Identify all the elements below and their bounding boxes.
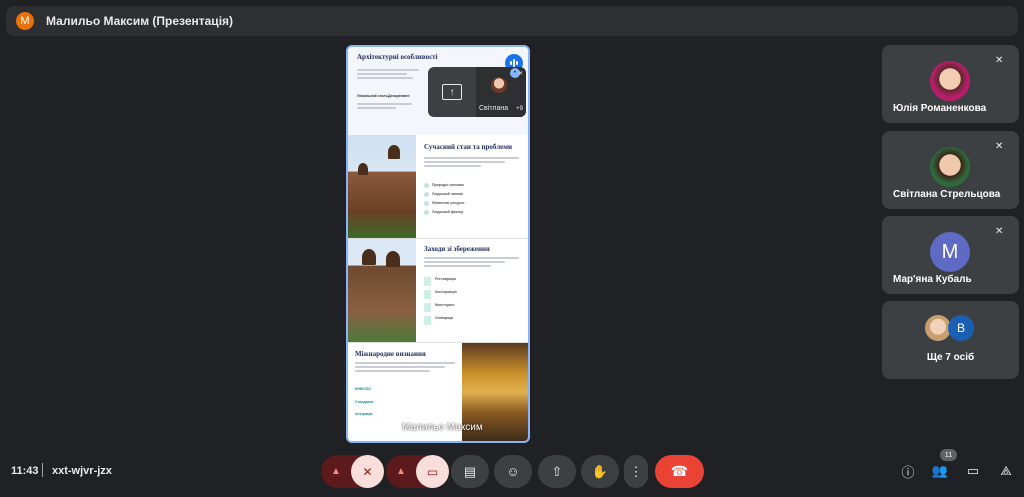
list-item: Інтеграція [355,412,373,416]
meeting-code: xxt-wjvr-jzx [52,465,112,477]
activities-icon[interactable]: ⟁ [997,462,1015,480]
reactions-button[interactable]: ☺ [494,455,532,488]
list-item: Консервація [424,290,519,299]
slide-current-state: Сучасний стан та проблеми Природні чинни… [348,135,528,238]
slide-preservation: Заходи зі збереження Реставрація Консерв… [348,238,528,342]
list-item: Людський фактор [424,210,519,215]
avatar: В [948,315,974,341]
slide-title: Заходи зі збереження [424,245,490,253]
church-photo [348,135,416,238]
captions-button[interactable]: ▤ [451,455,489,488]
list-item: Фінансові ресурси [424,201,519,206]
people-icon[interactable]: 👥 [931,462,949,480]
list-item: Стандарти [355,399,374,404]
avatar [930,61,970,101]
present-now-button[interactable]: ⇧ [538,455,576,488]
mic-off-icon: ✕ [995,141,1004,152]
participant-name: Юлія Романенкова [893,103,987,114]
meeting-time: 11:43 [11,465,39,477]
list-item: Людський чинник [424,192,519,197]
slide-col2-title: Декоративні [388,94,410,98]
participant-name: Світлана [479,105,509,112]
meeting-controls-bar: 11:43 xxt-wjvr-jzx ▲ ✕ ▲ ▭ ▤ ☺ ⇧ ✋ ⋮ ☎ ⓘ… [0,445,1024,497]
audio-settings-chevron-icon[interactable]: ▲ [321,466,351,477]
more-count: +9 [516,106,523,112]
slide-title: Архітектурні особливості [357,53,438,61]
participant-tile[interactable]: ✕ Юлія Романенкова [882,45,1019,123]
presentation-header: М Малильо Максим (Презентація) [6,6,1018,36]
chat-icon[interactable]: ▭ [964,462,982,480]
presentation-title: Малильо Максим (Презентація) [46,14,234,28]
microphone-control: ▲ ✕ [321,455,384,488]
presenter-avatar: М [16,12,34,30]
camera-control: ▲ ▭ [386,455,449,488]
raise-hand-button[interactable]: ✋ [581,455,619,488]
list-item: Реставрація [424,277,519,286]
more-participants-label: Ще 7 осіб [926,352,975,363]
more-options-button[interactable]: ⋮ [624,455,648,488]
camera-off-button[interactable]: ▭ [416,455,449,488]
people-count-badge: 11 [940,449,957,461]
stop-presenting-button[interactable]: ↑ [428,67,476,117]
presentation-view[interactable]: Архітектурні особливості Унікальний стил… [346,45,530,443]
more-participants-tile[interactable]: В Ще 7 осіб [882,301,1019,379]
self-view-overlay[interactable]: ↑ • ✕ Світлана +9 [428,67,526,117]
avatar: M [930,232,970,272]
divider [42,463,43,477]
mic-off-icon: ✕ [995,55,1004,66]
avatar [930,147,970,187]
participant-thumbnail[interactable]: • ✕ Світлана +9 [476,67,526,117]
slide-title: Сучасний стан та проблеми [424,143,513,151]
list-item: Моніторинг [424,303,519,312]
slide-title: Міжнародне визнання [355,350,426,358]
list-item: Співпраця [424,316,519,325]
mic-off-icon: ✕ [517,71,523,77]
participant-avatar [491,77,507,93]
mic-off-icon: ✕ [995,226,1004,237]
presentation-icon [373,422,389,436]
list-item: Природні чинники [424,183,519,188]
presenter-name-label: Малильо Максим [402,422,483,433]
participant-tile[interactable]: M ✕ Мар'яна Кубаль [882,216,1019,294]
slide-col1-title: Унікальний стиль [357,94,388,98]
leave-call-button[interactable]: ☎ [655,455,704,488]
church-photo [348,239,416,342]
meeting-details-icon[interactable]: ⓘ [899,462,917,480]
participant-name: Мар'яна Кубаль [893,274,972,285]
slide-recognition: Міжнародне визнання ЮНЕСКО Стандарти Інт… [348,342,528,441]
present-icon: ↑ [442,84,462,100]
mic-off-button[interactable]: ✕ [351,455,384,488]
video-settings-chevron-icon[interactable]: ▲ [386,466,416,477]
participant-name: Світлана Стрельцова [893,189,1001,200]
participant-tile[interactable]: ✕ Світлана Стрельцова [882,131,1019,209]
list-item: ЮНЕСКО [355,387,371,391]
